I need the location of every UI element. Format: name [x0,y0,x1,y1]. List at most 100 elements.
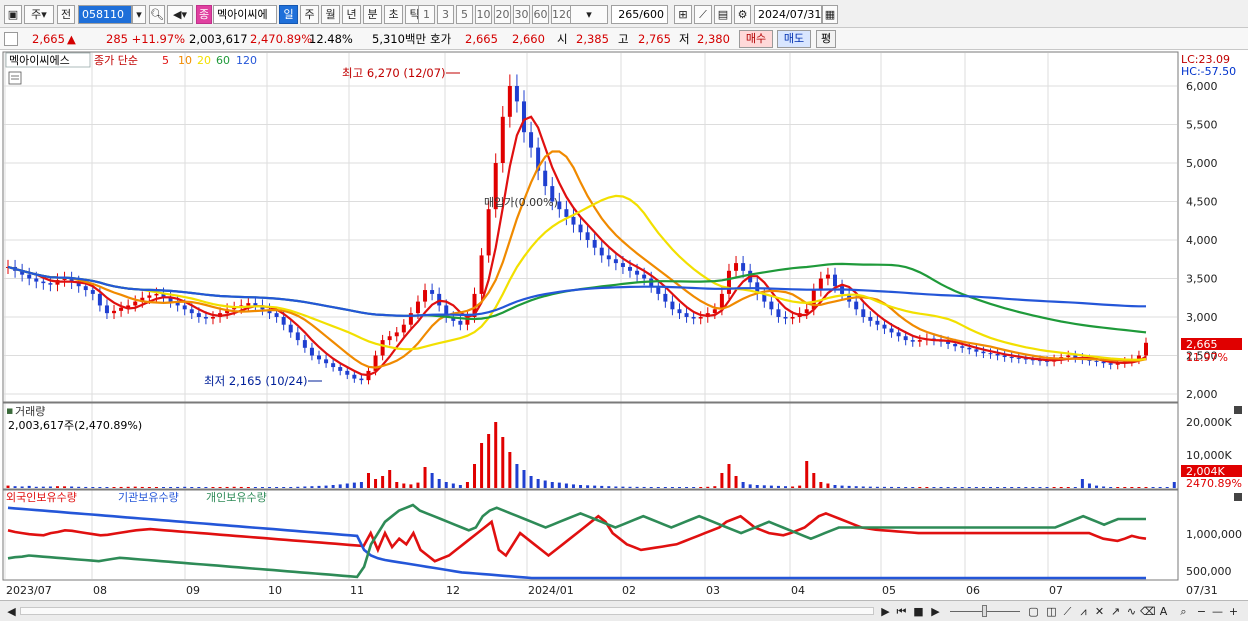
volume-bar [826,483,830,488]
foreign-holding-label[interactable]: 외국인보유수량 [6,491,77,504]
rewind-icon[interactable]: ⏮ [894,604,909,619]
minute-option-10[interactable]: 10 [475,5,492,24]
candle-body [317,355,322,360]
price-tick-label: 4,500 [1186,196,1218,209]
settings-gear-icon[interactable]: ⚙ [734,5,751,24]
institution-holding-label[interactable]: 기관보유수량 [118,491,179,504]
period-tab-2[interactable]: 월 [321,5,340,24]
holder-panel-close-icon[interactable] [1234,493,1242,501]
candle-body [154,293,159,296]
search-icon[interactable]: 🔍︎ [149,5,165,24]
volume-bar [494,422,498,488]
zoom-search-icon[interactable]: ⌕ [1176,604,1191,619]
ma-period-120[interactable]: 120 [236,54,257,67]
wave-icon[interactable]: ∿ [1124,604,1139,619]
text-tool-icon[interactable]: A [1156,604,1171,619]
minute-option-3[interactable]: 3 [437,5,454,24]
volume-bar [1144,487,1148,488]
chart-type-icon[interactable]: ◫ [1044,604,1059,619]
play-icon[interactable]: ▶ [928,604,943,619]
period-tab-5[interactable]: 초 [384,5,403,24]
volume-bar [296,486,300,488]
individual-holding-label[interactable]: 개인보유수량 [206,491,267,504]
minute-option-1[interactable]: 1 [418,5,435,24]
code-dropdown-icon[interactable]: ▾ [132,5,146,24]
volume-bar [310,486,314,488]
candle-type-icon[interactable]: ⊞ [674,5,692,24]
chart-area[interactable]: 멕아이씨에스 종가 단순 5 10 20 60 120 최고 6,270 (12… [0,50,1248,621]
open-value: 2,385 [576,32,609,46]
volume-bar [798,485,802,488]
candle-body [437,293,442,306]
candle-body [104,305,109,314]
stock-code-input[interactable]: 058110 [78,5,132,24]
arrow-draw-icon[interactable]: ↗ [1108,604,1123,619]
zoom-in-icon[interactable]: + [1226,604,1241,619]
save-icon[interactable]: ▤ [714,5,732,24]
volume-bar [847,485,851,488]
data-table-icon[interactable] [8,71,22,85]
volume-bar [699,487,703,488]
window-menu-icon[interactable]: ▣ [4,5,22,24]
price-tick-label: 6,000 [1186,80,1218,93]
x-axis-label: 09 [186,584,200,597]
trendline-icon[interactable]: ⟋ [1060,604,1075,619]
zoom-reset-icon[interactable]: — [1210,604,1225,619]
sell-button[interactable]: 매도 [777,30,811,48]
minute-option-60[interactable]: 60 [532,5,549,24]
sound-icon[interactable]: ◀▾ [167,5,193,24]
minute-option-5[interactable]: 5 [456,5,473,24]
period-tab-0[interactable]: 일 [279,5,298,24]
period-selector[interactable]: 주▾ [24,5,54,24]
candle-body [119,307,124,311]
ma-period-60[interactable]: 60 [216,54,230,67]
draw-tool-icon[interactable]: ⟋ [694,5,712,24]
cross-icon[interactable]: ✕ [1092,604,1107,619]
eraser-icon[interactable]: ⌫ [1140,604,1156,619]
prev-button[interactable]: 전 [57,5,75,24]
price-tick-label: 5,000 [1186,157,1218,170]
volume-bar [996,487,1000,488]
minute-option-20[interactable]: 20 [494,5,511,24]
horizontal-scrollbar[interactable] [20,607,874,615]
candle-body [613,259,618,264]
period-tab-1[interactable]: 주 [300,5,319,24]
volume-bar [868,486,872,488]
stock-chart[interactable]: 멕아이씨에스 종가 단순 5 10 20 60 120 최고 6,270 (12… [0,50,1248,621]
buy-button[interactable]: 매수 [739,30,773,48]
scroll-left-icon[interactable]: ◀ [4,604,19,619]
minute-option-120[interactable]: 120 [551,5,573,24]
candle-body [882,324,887,329]
volume-bar [925,487,929,488]
zoom-slider-handle[interactable] [982,605,987,617]
stop-icon[interactable]: ■ [911,604,926,619]
volume-bar [55,486,59,488]
volume-bar [748,484,752,488]
eval-button[interactable]: 평 [816,30,836,48]
toolbar: ▣ 주▾ 전 058110 ▾ 🔍︎ ◀▾ 종 멕아이씨에 일주월년분초틱 13… [0,0,1248,28]
minute-input[interactable]: ▾ [570,5,608,24]
period-tab-3[interactable]: 년 [342,5,361,24]
scroll-right-icon[interactable]: ▶ [878,604,893,619]
date-field[interactable]: 2024/07/31 [754,5,822,24]
fibonacci-icon[interactable]: ⩘ [1076,604,1091,619]
volume-bar [359,482,363,488]
current-price: 2,665 [32,32,65,46]
minute-option-30[interactable]: 30 [513,5,530,24]
zoom-out-icon[interactable]: − [1194,604,1209,619]
calendar-icon[interactable]: ▦ [822,5,838,24]
volume-bar [586,485,590,488]
volume-bar [211,487,215,488]
volume-panel-close-icon[interactable] [1234,406,1242,414]
ma-period-10[interactable]: 10 [178,54,192,67]
candle-body [960,346,965,348]
ma-period-5[interactable]: 5 [162,54,169,67]
count-field[interactable]: 265/600 [611,5,668,24]
stock-label: 멕아이씨에스 [9,54,70,67]
ma-period-20[interactable]: 20 [197,54,211,67]
grid-toggle-icon[interactable]: ▢ [1026,604,1041,619]
volume-bar [918,487,922,488]
info-checkbox[interactable] [4,32,18,46]
period-tab-4[interactable]: 분 [363,5,382,24]
stock-name-field[interactable]: 멕아이씨에 [213,5,277,24]
